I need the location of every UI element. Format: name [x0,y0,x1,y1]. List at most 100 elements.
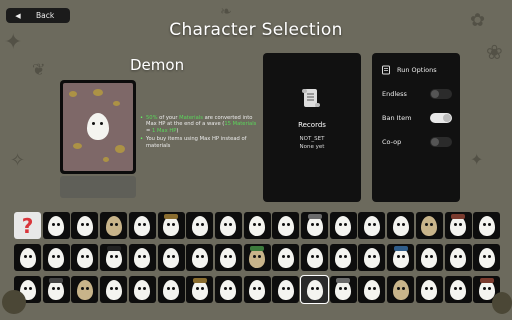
character-portrait-icon [277,279,294,300]
character-portrait-icon [392,245,409,268]
character-description: • 50% of your Materials are converted in… [140,115,258,151]
character-portrait-icon [48,247,65,268]
character-slot[interactable] [415,276,443,303]
character-slot[interactable] [186,276,214,303]
character-slot[interactable] [100,244,128,271]
character-slot[interactable]: ? [14,212,41,239]
character-portrait-icon [335,247,352,268]
character-slot[interactable] [272,276,300,303]
ban-item-toggle[interactable] [430,113,452,123]
character-slot[interactable] [272,212,300,239]
character-slot[interactable] [186,212,214,239]
character-slot[interactable] [329,276,357,303]
character-portrait-icon [191,215,208,236]
character-portrait-icon [450,279,466,300]
character-portrait [63,83,133,171]
character-slot[interactable] [473,212,501,239]
character-portrait-icon [48,215,65,236]
character-portrait-icon [478,277,495,300]
character-slot[interactable] [243,212,271,239]
character-slot[interactable] [71,244,99,271]
records-title: Records [298,121,326,129]
character-slot[interactable] [387,212,415,239]
character-portrait-icon [19,247,36,268]
character-portrait-icon [392,279,409,300]
character-slot[interactable] [358,212,386,239]
endless-toggle[interactable] [430,89,452,99]
character-portrait-icon [306,279,323,300]
character-portrait-icon [76,247,93,268]
character-slot[interactable] [243,244,271,271]
character-slot[interactable] [329,244,357,271]
character-portrait-frame [60,80,136,174]
description-text-1: 50% of your Materials are converted into… [146,115,257,134]
character-slot[interactable] [14,244,41,271]
character-portrait-icon [134,215,151,236]
character-slot[interactable] [71,276,99,303]
character-slot[interactable] [329,212,357,239]
character-slot[interactable] [42,212,70,239]
character-slot[interactable] [128,244,156,271]
character-slot[interactable] [243,276,271,303]
scroll-icon [302,89,320,107]
character-slot[interactable] [415,244,443,271]
character-portrait-icon [163,247,179,268]
character-portrait-icon [421,215,438,236]
character-portrait-icon [191,277,208,300]
character-slot[interactable] [157,212,185,239]
character-slot[interactable] [128,276,156,303]
character-portrait-icon [220,247,237,268]
run-options-header: Run Options [381,65,437,75]
co-op-toggle[interactable] [430,137,452,147]
character-portrait-icon [220,215,237,236]
character-slot[interactable] [301,212,328,239]
character-slot[interactable] [444,244,472,271]
background-doodle: ✦ [470,150,484,169]
background-doodle: ❀ [486,40,503,64]
character-slot[interactable] [444,276,472,303]
character-slot[interactable] [214,244,242,271]
character-slot[interactable] [300,275,329,304]
character-portrait-icon [335,277,352,300]
character-slot[interactable] [100,212,128,239]
character-slot[interactable] [272,244,300,271]
character-portrait-icon [249,215,266,236]
option-ban-item[interactable]: Ban Item [382,113,452,123]
description-line-2: • You buy items using Max HP instead of … [140,136,258,149]
corner-emblem-icon [2,290,26,314]
character-portrait-icon [220,279,237,300]
background-doodle: ❧ [220,4,232,20]
character-portrait-icon [76,215,93,236]
page-title: Character Selection [169,20,343,40]
character-slot[interactable] [42,244,70,271]
character-portrait-icon [105,279,122,300]
character-slot[interactable] [473,244,501,271]
character-slot[interactable] [157,244,185,271]
character-slot[interactable] [42,276,70,303]
option-co-op[interactable]: Co-op [382,137,452,147]
character-portrait-icon [363,247,380,268]
character-portrait-icon [277,215,294,236]
character-slot[interactable] [71,212,99,239]
character-slot[interactable] [444,212,472,239]
character-slot[interactable] [214,276,242,303]
character-slot[interactable] [387,276,415,303]
background-doodle: ✧ [10,150,26,171]
character-slot[interactable] [157,276,185,303]
background-doodle: ❦ [32,60,46,79]
character-slot[interactable] [100,276,128,303]
character-slot[interactable] [186,244,214,271]
character-portrait-icon [277,247,294,268]
character-slot[interactable] [214,212,242,239]
character-portrait-icon [450,213,466,236]
character-slot[interactable] [358,276,386,303]
character-slot[interactable] [358,244,386,271]
character-slot[interactable] [128,212,156,239]
character-slot[interactable] [415,212,443,239]
option-label: Ban Item [382,114,412,122]
character-slot[interactable] [387,244,415,271]
character-portrait-icon [105,215,122,236]
option-endless[interactable]: Endless [382,89,452,99]
character-portrait-icon [105,245,122,268]
character-slot[interactable] [301,244,328,271]
